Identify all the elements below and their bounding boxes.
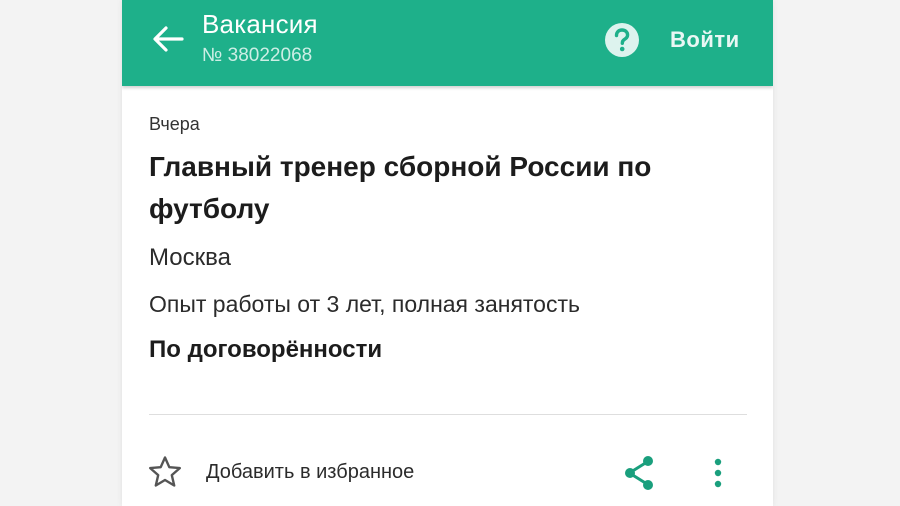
app-bar: Вакансия № 38022068 Войти <box>122 0 773 86</box>
vacancy-experience: Опыт работы от 3 лет, полная занятость <box>149 291 580 317</box>
question-circle-icon <box>605 23 639 57</box>
share-button[interactable] <box>618 452 662 496</box>
vacancy-details: Вчера Главный тренер сборной России по ф… <box>149 110 747 368</box>
add-to-favorites-button[interactable]: Добавить в избранное <box>148 450 414 494</box>
page-title: Вакансия <box>202 9 318 39</box>
more-options-button[interactable] <box>696 452 740 496</box>
posted-date: Вчера <box>149 114 200 134</box>
vacancy-city: Москва <box>149 244 231 271</box>
more-vertical-icon <box>714 458 722 488</box>
vacancy-title: Главный тренер сборной России по футболу <box>149 151 652 224</box>
star-outline-icon <box>149 456 181 487</box>
arrow-left-icon <box>153 26 184 52</box>
action-bar: Добавить в избранное <box>122 440 773 504</box>
help-button[interactable] <box>604 22 640 58</box>
vacancy-number: № 38022068 <box>202 45 313 66</box>
back-button[interactable] <box>144 18 192 60</box>
add-to-favorites-label: Добавить в избранное <box>206 460 415 483</box>
share-icon <box>625 456 653 490</box>
app-screen: Вакансия № 38022068 Войти Вчера Главный … <box>122 0 773 506</box>
vacancy-salary: По договорённости <box>149 336 383 363</box>
divider <box>149 414 747 415</box>
page: Вакансия № 38022068 Войти Вчера Главный … <box>0 0 900 506</box>
login-button[interactable]: Войти <box>670 22 740 58</box>
title-block: Вакансия № 38022068 <box>202 8 318 69</box>
